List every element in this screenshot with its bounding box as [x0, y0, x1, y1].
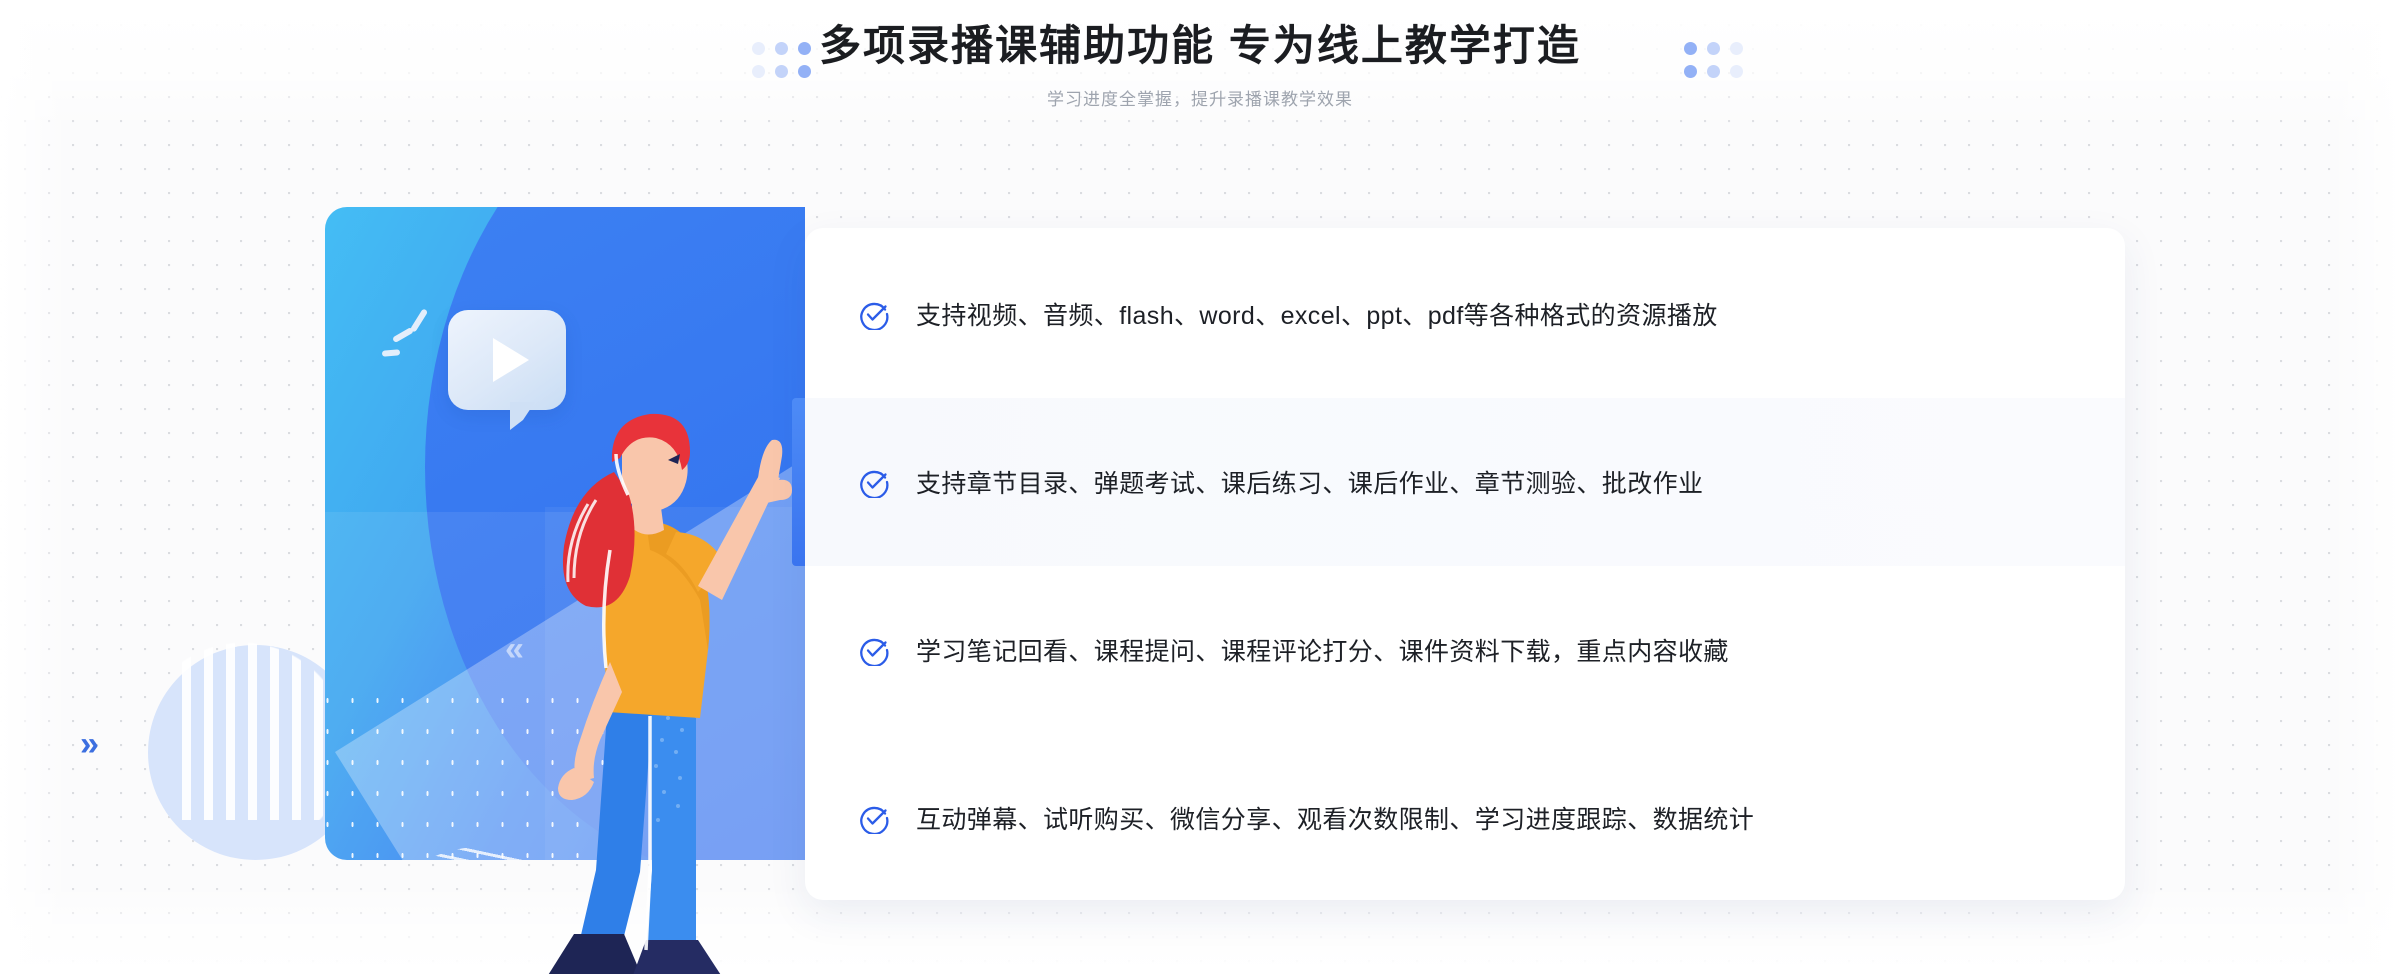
- feature-text: 支持章节目录、弹题考试、课后练习、课后作业、章节测验、批改作业: [916, 470, 1704, 498]
- check-circle-icon: [860, 302, 889, 330]
- background-fade-left: [0, 0, 70, 974]
- highlight-accent-bar: [792, 398, 805, 566]
- check-circle-icon: [860, 638, 889, 666]
- chevron-right-icon: »: [80, 725, 99, 763]
- check-circle-icon: [860, 806, 889, 834]
- feature-card: 支持视频、音频、flash、word、excel、ppt、pdf等各种格式的资源…: [792, 228, 2125, 902]
- person-illustration: [548, 413, 792, 974]
- feature-text: 互动弹幕、试听购买、微信分享、观看次数限制、学习进度跟踪、数据统计: [916, 806, 1755, 834]
- feature-row[interactable]: 支持章节目录、弹题考试、课后练习、课后作业、章节测验、批改作业: [805, 398, 2125, 566]
- feature-row[interactable]: 支持视频、音频、flash、word、excel、ppt、pdf等各种格式的资源…: [805, 230, 2125, 398]
- play-button-icon: [493, 338, 529, 382]
- feature-row[interactable]: 互动弹幕、试听购买、微信分享、观看次数限制、学习进度跟踪、数据统计: [805, 734, 2125, 902]
- page-header: 多项录播课辅助功能 专为线上教学打造 学习进度全掌握，提升录播课教学效果: [0, 18, 2400, 110]
- page-title: 多项录播课辅助功能 专为线上教学打造: [819, 22, 1581, 69]
- feature-text: 学习笔记回看、课程提问、课程评论打分、课件资料下载，重点内容收藏: [916, 638, 1729, 666]
- background-fade-right: [2330, 0, 2400, 974]
- speech-bubble: [448, 310, 566, 430]
- feature-text: 支持视频、音频、flash、word、excel、ppt、pdf等各种格式的资源…: [916, 302, 1718, 330]
- check-circle-icon: [860, 470, 889, 498]
- page-subtitle: 学习进度全掌握，提升录播课教学效果: [1047, 89, 1353, 109]
- feature-row[interactable]: 学习笔记回看、课程提问、课程评论打分、课件资料下载，重点内容收藏: [805, 566, 2125, 734]
- video-bubble-group: [381, 308, 566, 430]
